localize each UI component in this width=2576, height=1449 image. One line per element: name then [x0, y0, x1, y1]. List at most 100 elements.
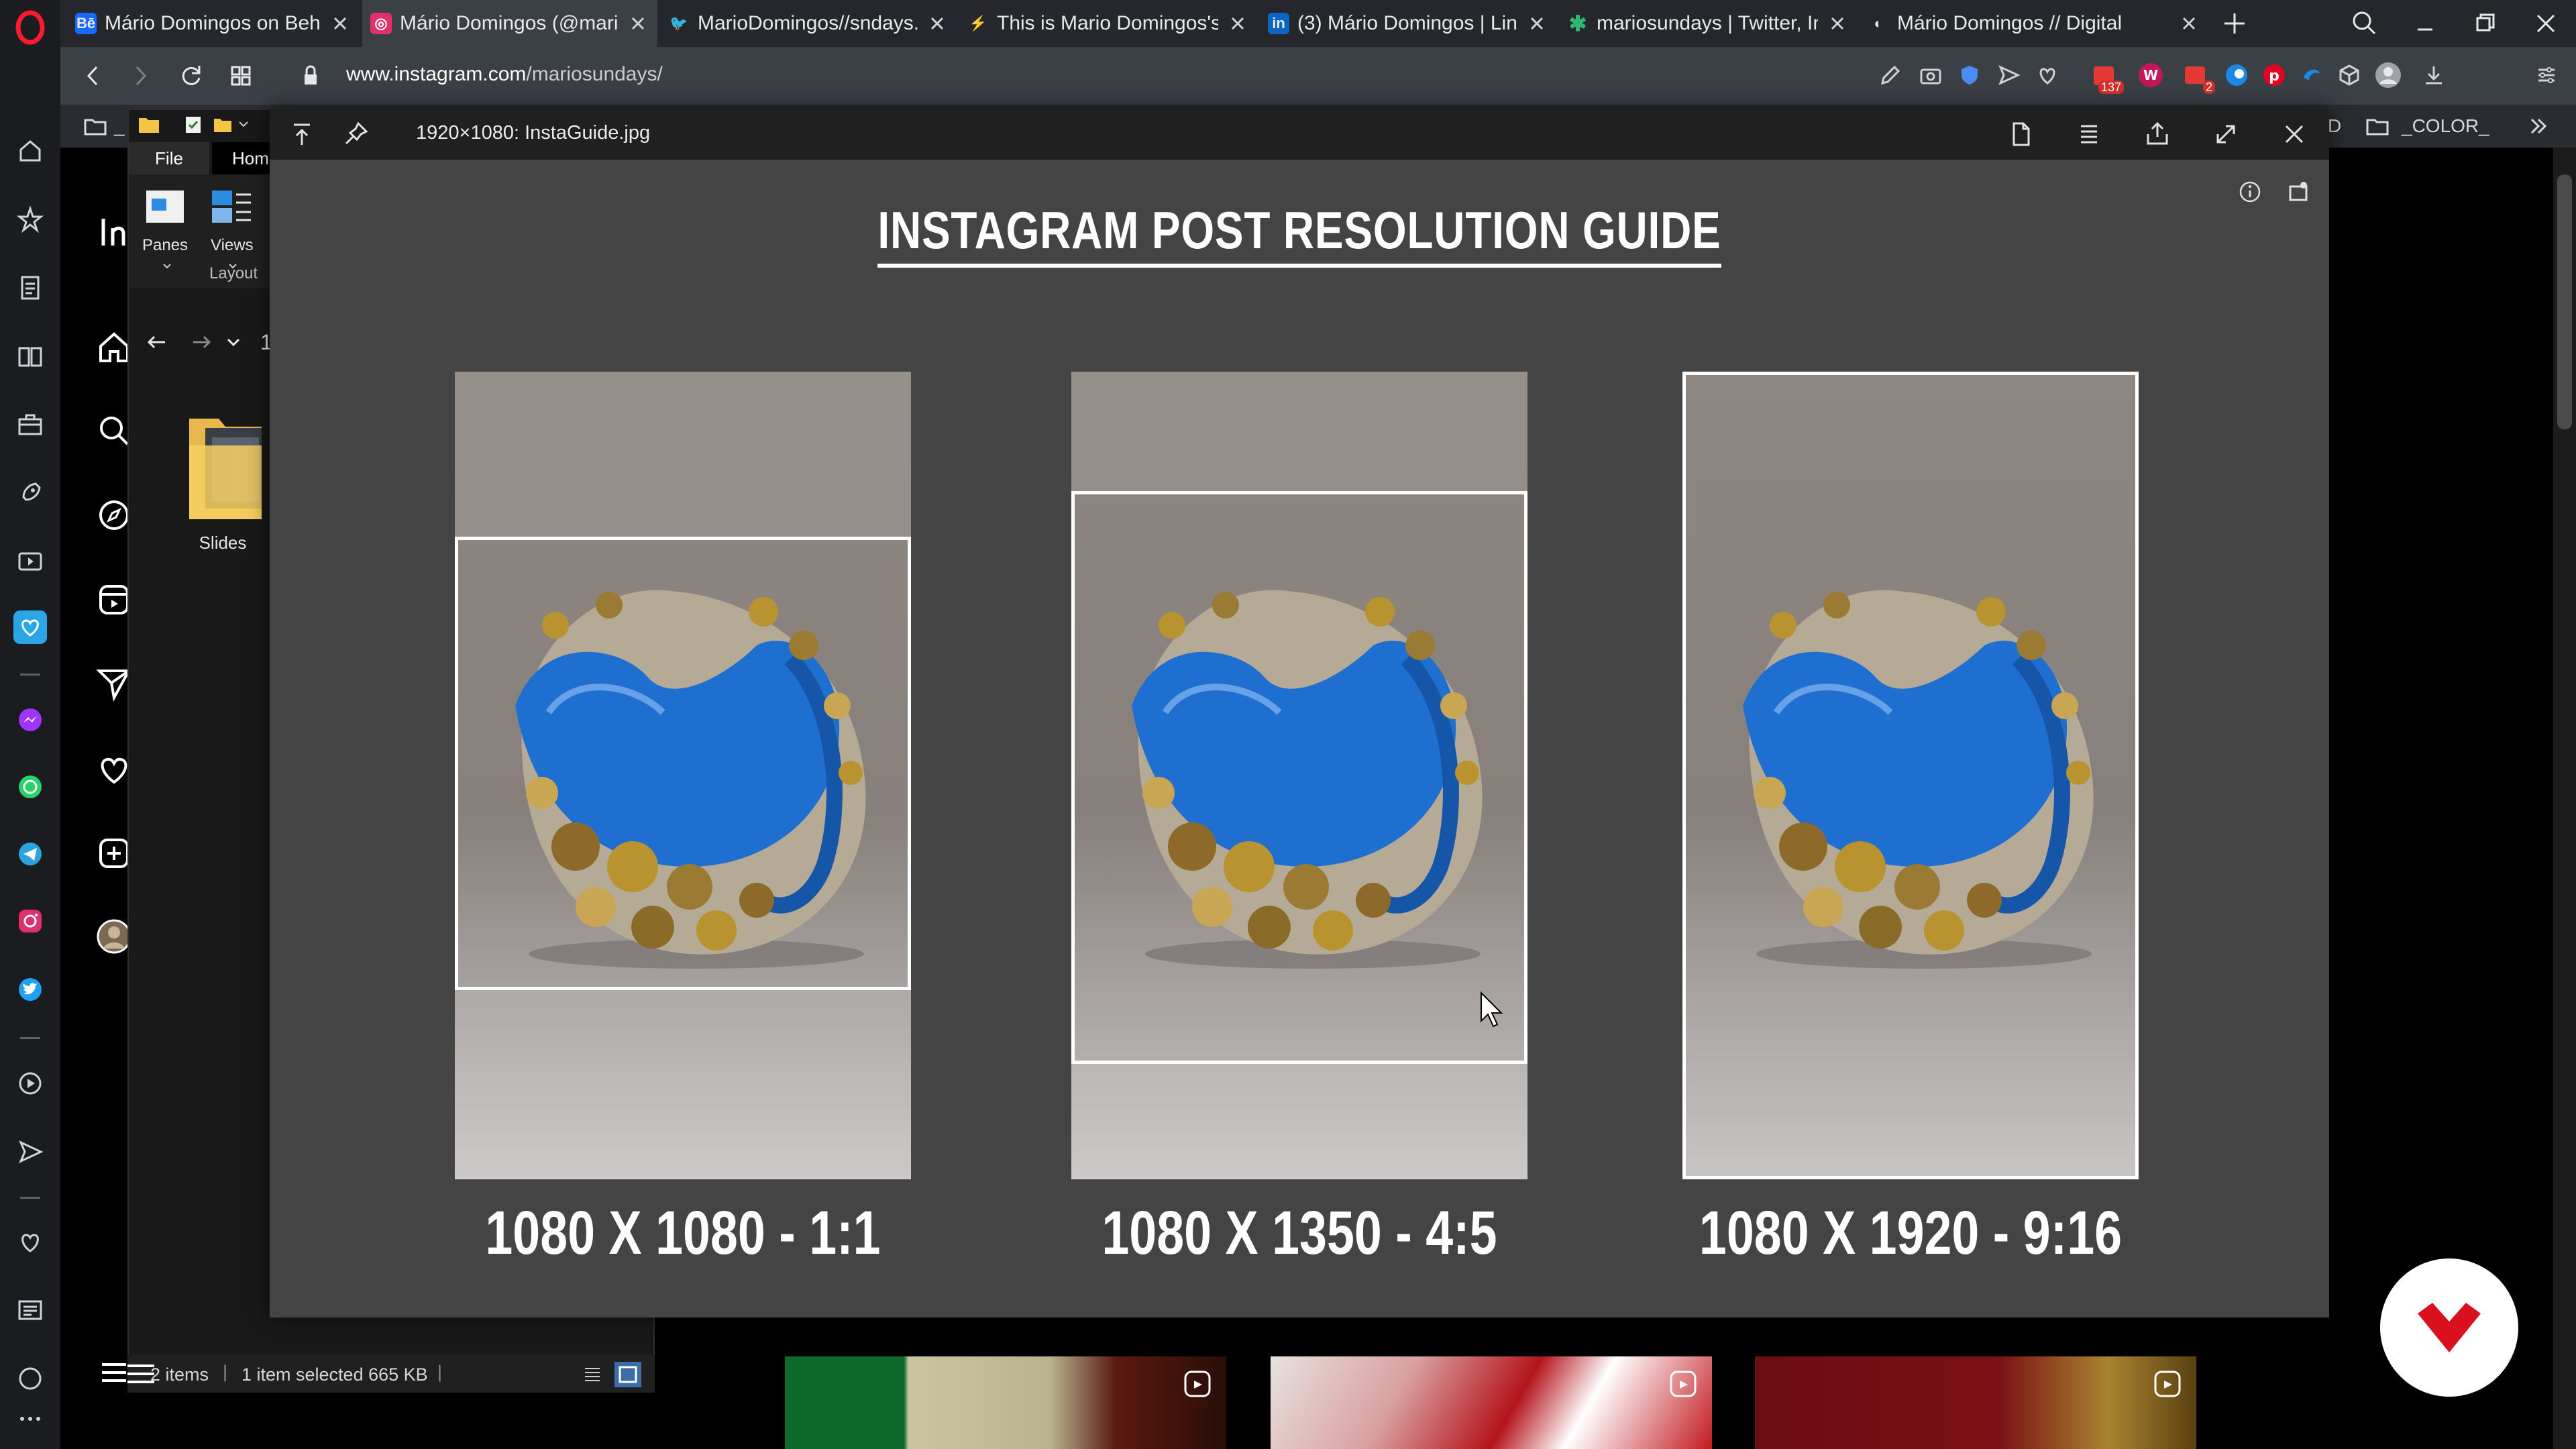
share-icon[interactable]	[2141, 118, 2174, 150]
extension-edge-icon[interactable]	[2222, 60, 2251, 90]
list-icon[interactable]	[2073, 118, 2105, 150]
extensions-cube-icon[interactable]	[2334, 60, 2364, 90]
panes-label[interactable]: Panes	[142, 236, 188, 255]
extension-w-icon[interactable]: W	[2136, 60, 2165, 90]
properties-icon[interactable]	[182, 114, 204, 136]
edit-icon[interactable]	[1876, 60, 1905, 90]
views-icon[interactable]	[209, 188, 254, 228]
floating-vivaldi-button[interactable]	[2380, 1258, 2518, 1397]
easy-setup-icon[interactable]	[2532, 60, 2561, 90]
download-icon[interactable]	[2419, 60, 2449, 90]
bookmark-label[interactable]: D	[2328, 115, 2341, 137]
forward-icon[interactable]	[123, 59, 157, 93]
close-tab-icon[interactable]	[1826, 12, 1849, 35]
ribbon-tab-file[interactable]: File	[129, 142, 209, 174]
lock-icon[interactable]	[294, 59, 327, 93]
minimize-icon[interactable]	[2408, 7, 2442, 40]
folder-icon[interactable]	[83, 114, 107, 138]
tab-linktree[interactable]: ✱ mariosundays | Twitter, Instagram	[1559, 0, 1857, 47]
close-tab-icon[interactable]	[329, 12, 352, 35]
back-arrow-icon[interactable]	[144, 329, 170, 356]
info-icon[interactable]	[2237, 178, 2263, 205]
notes-icon[interactable]	[13, 271, 47, 305]
send-icon[interactable]	[13, 1135, 47, 1169]
home-icon[interactable]	[13, 134, 47, 168]
opera-logo-icon[interactable]	[12, 9, 48, 46]
url-field[interactable]: www.instagram.com/mariosundays/	[346, 63, 663, 86]
messenger-icon[interactable]	[13, 703, 47, 737]
close-tab-icon[interactable]	[2178, 12, 2200, 35]
player-icon[interactable]	[13, 545, 47, 578]
rocket-icon[interactable]	[13, 476, 47, 510]
close-tab-icon[interactable]	[1226, 12, 1249, 35]
twitter-icon[interactable]	[13, 973, 47, 1006]
page-scrollbar[interactable]	[2553, 148, 2576, 1449]
close-tab-icon[interactable]	[926, 12, 949, 35]
open-file-icon[interactable]	[2004, 118, 2037, 150]
scrollbar-thumb[interactable]	[2557, 174, 2572, 429]
tab-behance[interactable]: Bē Mário Domingos on Behance	[67, 0, 360, 47]
fullscreen-icon[interactable]	[2210, 118, 2242, 150]
folder-icon[interactable]	[2365, 114, 2390, 138]
history-icon[interactable]	[13, 1362, 47, 1395]
telegram-icon[interactable]	[13, 837, 47, 871]
chevron-down-icon[interactable]	[224, 333, 243, 352]
tab-grid-icon[interactable]	[224, 59, 258, 93]
tab-digital[interactable]: ◐ Mário Domingos // Digital	[1860, 0, 2208, 47]
new-tab-icon[interactable]	[2219, 8, 2250, 39]
tab-search-icon[interactable]	[2348, 7, 2381, 40]
folder-icon	[189, 419, 262, 519]
tab-linkedin[interactable]: in (3) Mário Domingos | LinkedIn	[1260, 0, 1556, 47]
bookmark-label[interactable]: _	[114, 115, 125, 137]
reel-thumbnail[interactable]	[1755, 1356, 2196, 1449]
more-icon[interactable]	[13, 1402, 47, 1436]
tab-portfolio[interactable]: ⚡ This is Mario Domingos's Portfolio	[959, 0, 1257, 47]
aria-icon[interactable]	[13, 610, 47, 644]
settings-icon[interactable]	[2285, 178, 2312, 205]
pin-icon[interactable]	[339, 118, 372, 150]
bookmark-folder-color[interactable]: _COLOR_	[2402, 115, 2489, 137]
panes-icon[interactable]	[144, 188, 186, 225]
bookmark-heart-icon[interactable]	[2033, 60, 2062, 90]
forward-arrow-icon[interactable]	[188, 329, 215, 356]
reel-thumbnail[interactable]	[785, 1356, 1226, 1449]
camera-icon[interactable]	[1916, 60, 1945, 90]
large-icons-view-icon[interactable]	[614, 1362, 641, 1387]
close-tab-icon[interactable]	[627, 12, 649, 35]
tab-instagram[interactable]: ◎ Mário Domingos (@mariosundays)	[362, 0, 657, 47]
instagram-icon[interactable]	[13, 904, 47, 938]
viewer-titlebar: 1920×1080: InstaGuide.jpg	[270, 109, 2329, 160]
details-view-icon[interactable]	[581, 1363, 604, 1386]
chevron-down-icon[interactable]	[161, 260, 173, 272]
new-folder-icon[interactable]	[212, 114, 233, 136]
reel-thumbnail[interactable]	[1271, 1356, 1712, 1449]
star-icon[interactable]	[13, 203, 47, 236]
workspaces-icon[interactable]	[13, 408, 47, 441]
close-tab-icon[interactable]	[1525, 12, 1548, 35]
chevron-down-icon[interactable]	[236, 117, 251, 131]
music-player-icon[interactable]	[13, 1067, 47, 1100]
extension-calendar-icon[interactable]: 137	[2089, 60, 2124, 94]
close-viewer-icon[interactable]	[2278, 118, 2310, 150]
send-icon[interactable]	[1994, 60, 2023, 90]
whatsapp-icon[interactable]	[13, 770, 47, 804]
folder-item-slides[interactable]: Slides	[176, 405, 270, 553]
reading-list-icon[interactable]	[13, 339, 47, 373]
news-icon[interactable]	[13, 1293, 47, 1327]
back-icon[interactable]	[76, 59, 110, 93]
close-window-icon[interactable]	[2529, 7, 2563, 40]
chevron-double-right-icon[interactable]	[2526, 114, 2551, 138]
profile-avatar-icon[interactable]	[2373, 60, 2403, 90]
views-label[interactable]: Views	[211, 236, 254, 255]
tab-twitter[interactable]: 🐦 MarioDomingos//sndays.eth	[660, 0, 957, 47]
folder-icon[interactable]	[137, 113, 161, 137]
reload-icon[interactable]	[174, 59, 208, 93]
shield-icon[interactable]	[1955, 60, 1984, 90]
extension-todo-icon[interactable]: 2	[2180, 60, 2215, 94]
size-label-portrait: 1080 X 1350 - 4:5	[1102, 1199, 1497, 1267]
upload-top-icon[interactable]	[286, 118, 318, 150]
pinterest-icon[interactable]: p	[2259, 60, 2289, 90]
heart-icon[interactable]	[13, 1225, 47, 1258]
restore-icon[interactable]	[2469, 7, 2502, 40]
extension-blue-icon[interactable]	[2297, 60, 2326, 90]
